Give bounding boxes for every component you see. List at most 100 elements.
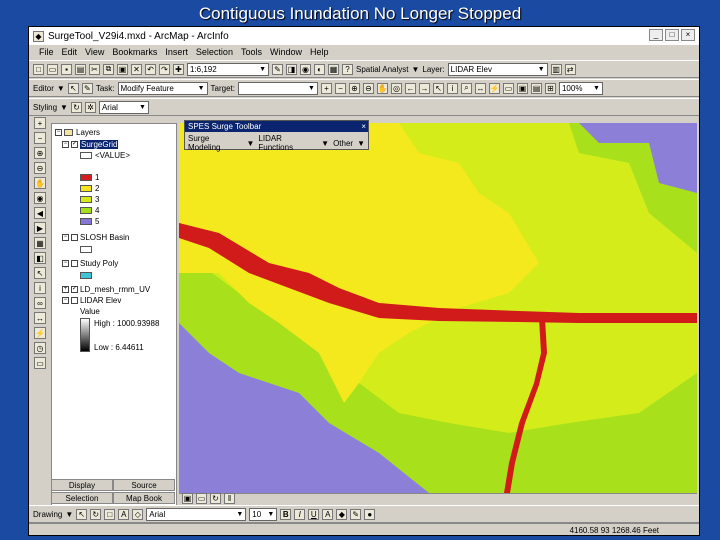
- toc-lidar[interactable]: − LIDAR Elev: [62, 295, 121, 305]
- copy-icon[interactable]: ⧉: [103, 63, 114, 75]
- chevron-down-icon[interactable]: ▼: [60, 103, 68, 112]
- menu-window[interactable]: Window: [270, 47, 302, 57]
- rectangle-icon[interactable]: □: [104, 508, 116, 520]
- paste-icon[interactable]: ▣: [117, 63, 128, 75]
- menu-insert[interactable]: Insert: [165, 47, 188, 57]
- collapse-icon[interactable]: −: [62, 233, 69, 241]
- fill-color-icon[interactable]: ◆: [336, 508, 348, 520]
- menu-help[interactable]: Help: [310, 47, 329, 57]
- toc-slosh[interactable]: − SLOSH Basin: [62, 232, 129, 242]
- tab-selection[interactable]: Selection: [51, 492, 113, 504]
- editor-menu[interactable]: Editor: [33, 84, 54, 93]
- cut-icon[interactable]: ✂: [89, 63, 100, 75]
- map-canvas[interactable]: [179, 123, 697, 493]
- refresh-icon[interactable]: ↻: [210, 493, 221, 504]
- data-view-icon[interactable]: ▣: [182, 493, 193, 504]
- chevron-down-icon[interactable]: ▼: [321, 139, 329, 148]
- toc-study[interactable]: − Study Poly: [62, 258, 118, 268]
- map-scrollbar[interactable]: ▣ ▭ ↻ ‖: [179, 493, 697, 504]
- zoom-in-icon[interactable]: +: [320, 82, 332, 94]
- chevron-down-icon[interactable]: ▼: [357, 139, 365, 148]
- zoom-out-icon[interactable]: −: [34, 132, 46, 144]
- zoom-whole-icon[interactable]: ⊞: [544, 82, 556, 94]
- print-icon[interactable]: ▤: [75, 63, 86, 75]
- visibility-checkbox[interactable]: ✓: [71, 140, 78, 148]
- other-menu[interactable]: Other: [333, 139, 353, 148]
- bold-button[interactable]: B: [280, 508, 292, 520]
- open-icon[interactable]: ▭: [47, 63, 58, 75]
- menu-bookmarks[interactable]: Bookmarks: [112, 47, 157, 57]
- model-icon[interactable]: ◉: [300, 63, 311, 75]
- pan-icon[interactable]: ✋: [376, 82, 388, 94]
- zoom-dropdown[interactable]: 100% ▼: [558, 81, 603, 95]
- fixed-zoom-in-icon[interactable]: ⊕: [348, 82, 360, 94]
- font-size-dropdown[interactable]: 10 ▼: [249, 507, 278, 521]
- page-icon[interactable]: ▤: [530, 82, 542, 94]
- find-icon[interactable]: ⌕: [460, 82, 472, 94]
- save-icon[interactable]: ▪: [61, 63, 72, 75]
- close-button[interactable]: ×: [681, 29, 695, 41]
- line-color-icon[interactable]: ✎: [350, 508, 362, 520]
- pause-icon[interactable]: ‖: [224, 493, 235, 504]
- edit-vertices-icon[interactable]: ◇: [132, 508, 144, 520]
- menu-view[interactable]: View: [85, 47, 104, 57]
- select-features-icon[interactable]: ▦: [34, 237, 46, 249]
- marker-color-icon[interactable]: ●: [364, 508, 376, 520]
- redo-icon[interactable]: ↷: [159, 63, 170, 75]
- fixed-zoom-in-icon[interactable]: ⊕: [34, 147, 46, 159]
- layer-dropdown[interactable]: LIDAR Elev ▼: [447, 62, 548, 76]
- font-dropdown[interactable]: Arial ▼: [98, 100, 149, 114]
- menu-file[interactable]: File: [39, 47, 54, 57]
- surge-modeling-menu[interactable]: Surge Modeling: [188, 134, 242, 152]
- globe-icon[interactable]: ◉: [34, 192, 46, 204]
- new-icon[interactable]: □: [33, 63, 44, 75]
- pointer-icon[interactable]: ↖: [76, 508, 88, 520]
- histogram-icon[interactable]: ▥: [550, 63, 562, 75]
- collapse-icon[interactable]: −: [62, 259, 69, 267]
- layout-icon[interactable]: ▭: [34, 357, 46, 369]
- layout-icon[interactable]: ▭: [502, 82, 514, 94]
- layout-view-icon[interactable]: ▭: [196, 493, 207, 504]
- delete-icon[interactable]: ✕: [131, 63, 142, 75]
- time-icon[interactable]: ◷: [34, 342, 46, 354]
- visibility-checkbox[interactable]: [71, 259, 78, 267]
- visibility-checkbox[interactable]: [71, 296, 78, 304]
- full-extent-icon[interactable]: ◎: [390, 82, 402, 94]
- collapse-icon[interactable]: −: [62, 296, 69, 304]
- minimize-button[interactable]: _: [649, 29, 663, 41]
- help-icon[interactable]: ?: [342, 63, 353, 75]
- close-icon[interactable]: ×: [361, 121, 368, 132]
- toc-mesh[interactable]: + ✓ LD_mesh_rmm_UV: [62, 284, 150, 294]
- pointer-icon[interactable]: ↖: [34, 267, 46, 279]
- tab-map-book[interactable]: Map Book: [113, 492, 175, 504]
- chevron-down-icon[interactable]: ▼: [246, 139, 254, 148]
- tab-display[interactable]: Display: [51, 479, 113, 491]
- scale-dropdown[interactable]: 1:6,192 ▼: [187, 62, 269, 76]
- chevron-down-icon[interactable]: ▼: [57, 84, 65, 93]
- python-icon[interactable]: ◐: [314, 63, 325, 75]
- target-dropdown[interactable]: ▼: [237, 81, 318, 95]
- visibility-checkbox[interactable]: ✓: [71, 285, 78, 293]
- add-data-icon[interactable]: ✚: [173, 63, 184, 75]
- editor-toolbar-icon[interactable]: ✎: [272, 63, 283, 75]
- menu-tools[interactable]: Tools: [241, 47, 262, 57]
- visibility-checkbox[interactable]: [71, 233, 78, 241]
- forward-extent-icon[interactable]: →: [418, 82, 430, 94]
- swipe-icon[interactable]: ⇄: [564, 63, 576, 75]
- toc-surgegrid[interactable]: − ✓ SurgeGrid: [62, 139, 119, 149]
- data-view-icon[interactable]: ▣: [516, 82, 528, 94]
- ruler-icon[interactable]: ↔: [34, 312, 46, 324]
- arctoolbox-icon[interactable]: ◨: [286, 63, 297, 75]
- draw-font-dropdown[interactable]: Arial ▼: [146, 507, 247, 521]
- tab-source[interactable]: Source: [113, 479, 175, 491]
- info-icon[interactable]: i: [34, 282, 46, 294]
- pan-icon[interactable]: ✋: [34, 177, 46, 189]
- pencil-icon[interactable]: ✎: [81, 82, 93, 94]
- binoculars-icon[interactable]: ∞: [34, 297, 46, 309]
- menu-edit[interactable]: Edit: [62, 47, 78, 57]
- underline-button[interactable]: U: [308, 508, 320, 520]
- menu-selection[interactable]: Selection: [196, 47, 233, 57]
- measure-icon[interactable]: ↔: [474, 82, 486, 94]
- back-extent-icon[interactable]: ←: [404, 82, 416, 94]
- font-color-icon[interactable]: A: [322, 508, 334, 520]
